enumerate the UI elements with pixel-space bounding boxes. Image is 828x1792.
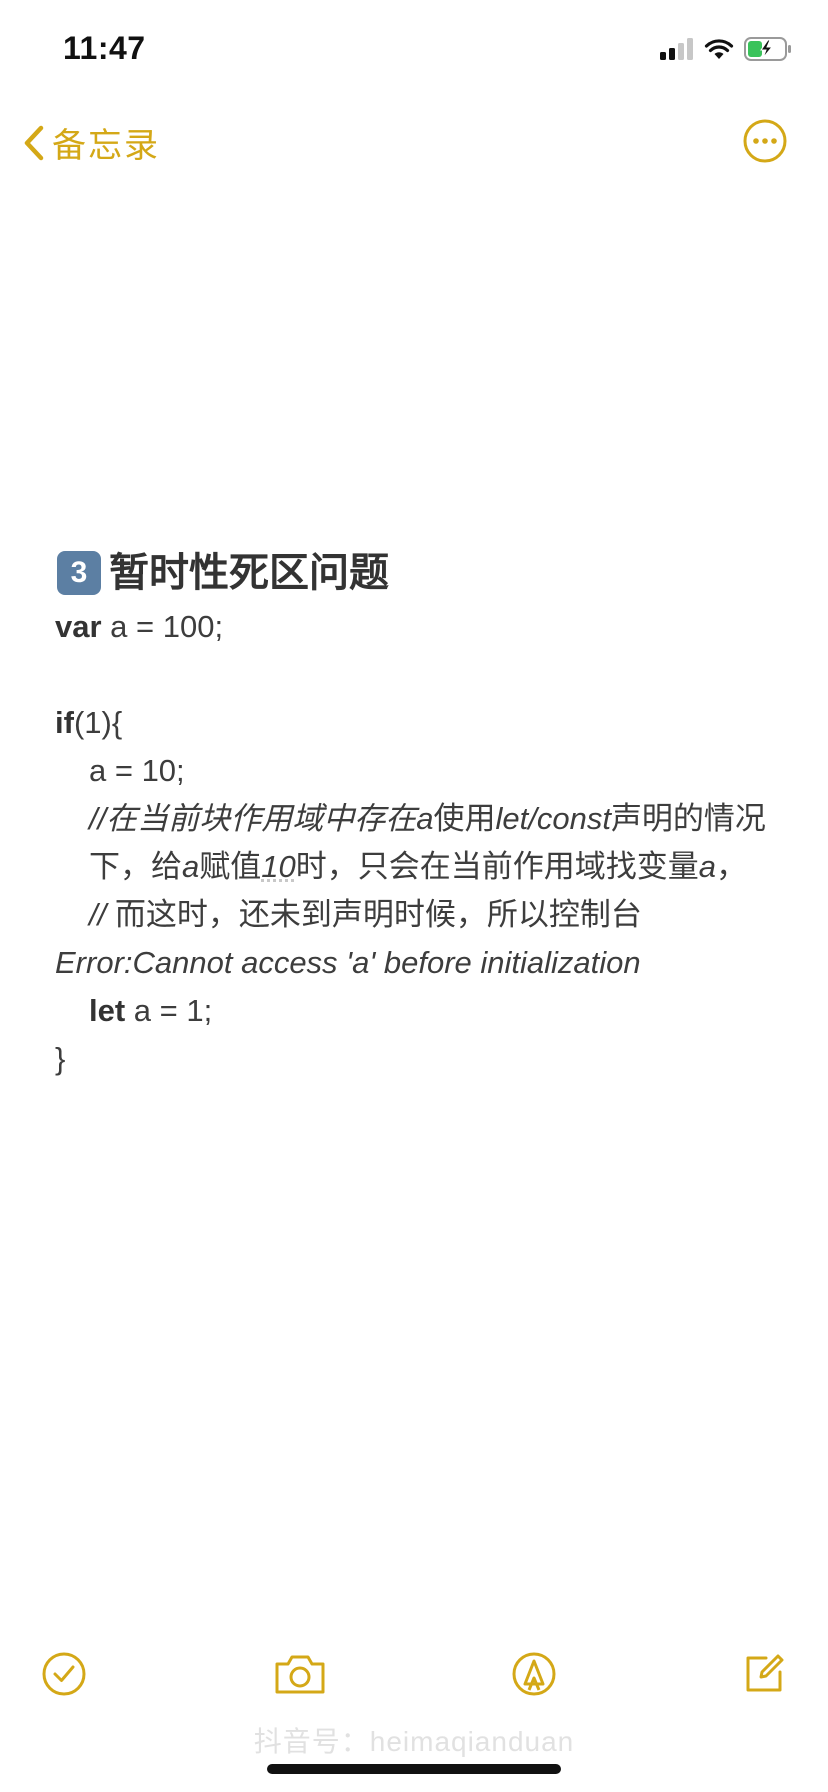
- home-indicator[interactable]: [267, 1764, 561, 1774]
- compose-icon: [746, 1654, 784, 1692]
- back-label: 备忘录: [52, 127, 160, 165]
- note-body[interactable]: 3 暂时性死区问题 var a = 100; if(1){ a = 10; //…: [55, 545, 785, 1083]
- status-bar: 11:47: [0, 0, 828, 100]
- code-text: a = 1;: [125, 993, 213, 1028]
- code-line-if: if(1){: [55, 699, 785, 747]
- note-title: 3 暂时性死区问题: [55, 545, 785, 601]
- comment-var: a: [698, 849, 716, 884]
- signal-icon: [660, 38, 693, 60]
- watermark-text: 抖音号：heimaqianduan: [253, 1726, 575, 1757]
- code-line-assign: a = 10;: [89, 753, 185, 788]
- markup-button[interactable]: [506, 1646, 562, 1702]
- chevron-left-icon: [24, 125, 44, 160]
- checkmark-circle-icon: [42, 1652, 86, 1696]
- comment-var: a: [182, 849, 200, 884]
- douyin-watermark: 抖音号：heimaqianduan: [0, 1720, 828, 1760]
- ellipsis-circle-icon: [743, 119, 787, 163]
- keycap-three-emoji: 3: [57, 551, 101, 595]
- comment-text: 赋值: [199, 849, 262, 884]
- code-line-var: var a = 100;: [55, 603, 785, 651]
- wifi-icon: [704, 39, 734, 59]
- keyword-let: let: [89, 993, 126, 1028]
- comment-var: a: [416, 801, 434, 836]
- bottom-toolbar: [0, 1646, 828, 1716]
- back-button[interactable]: 备忘录: [22, 118, 160, 167]
- camera-icon: [275, 1655, 325, 1694]
- comment-text: 而这时，还未到声明时候，所以控制台: [106, 897, 642, 932]
- nav-bar: 备忘录: [0, 100, 828, 180]
- comment-line-1: //在当前块作用域中存在a使用let/const声明的情况下，给a赋值10时，只…: [55, 795, 785, 891]
- error-message-line: Error:Cannot access 'a' before initializ…: [55, 945, 641, 980]
- keyword-if: if: [55, 705, 74, 740]
- comment-text: 使用: [433, 801, 496, 836]
- battery-charging-icon: [744, 37, 791, 61]
- more-options-button[interactable]: [742, 118, 788, 164]
- checklist-button[interactable]: [36, 1646, 92, 1702]
- comment-slashes: //: [89, 897, 107, 932]
- comment-number: 10: [261, 849, 296, 884]
- code-line-close: }: [55, 1041, 66, 1076]
- compose-button[interactable]: [736, 1646, 792, 1702]
- code-text: a = 100;: [101, 609, 224, 644]
- comment-text: 时，只会在当前作用域找变量: [295, 849, 699, 884]
- code-line-let: let a = 1;: [55, 987, 785, 1035]
- keyword-var: var: [55, 609, 102, 644]
- pen-tip-circle-icon: [512, 1652, 556, 1696]
- camera-button[interactable]: [272, 1646, 328, 1702]
- status-icons: [660, 34, 792, 64]
- comment-text: ，: [715, 849, 747, 884]
- note-title-text: 暂时性死区问题: [109, 551, 389, 595]
- comment-line-2: // 而这时，还未到声明时候，所以控制台: [55, 891, 785, 939]
- comment-keyword: let/const: [495, 801, 611, 836]
- status-time: 11:47: [63, 30, 146, 66]
- comment-text: //在当前块作用域中存在: [89, 801, 417, 836]
- code-text: (1){: [73, 705, 123, 740]
